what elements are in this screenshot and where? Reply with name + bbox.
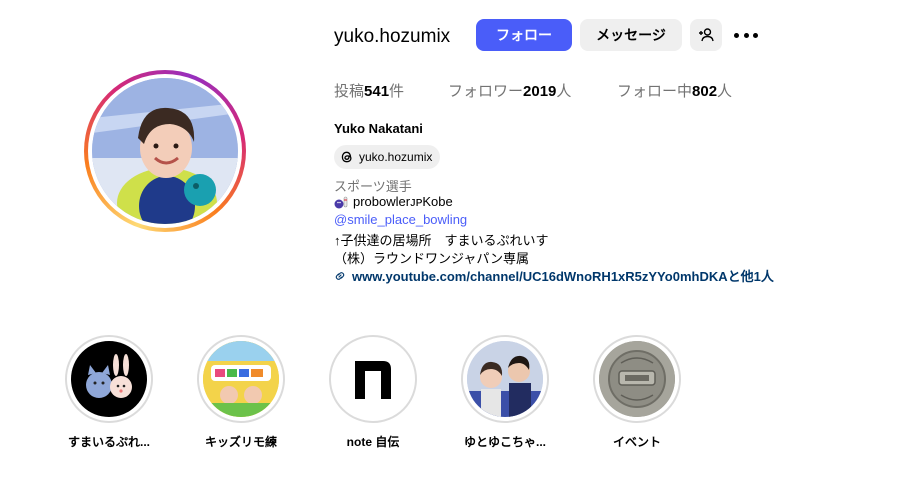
add-user-icon — [699, 28, 714, 42]
more-options-icon[interactable] — [734, 24, 758, 46]
highlight-cover — [71, 341, 147, 417]
highlight-label: note 自伝 — [346, 435, 400, 449]
follow-button[interactable]: フォロー — [476, 19, 572, 51]
bowling-icon — [334, 196, 348, 208]
highlight-item[interactable]: キッズリモ練 — [195, 335, 287, 450]
highlight-item[interactable]: ゆとゆこちゃ... — [459, 335, 551, 450]
highlight-cover — [599, 341, 675, 417]
posts-suffix: 件 — [389, 83, 405, 100]
threads-handle: yuko.hozumix — [359, 150, 433, 164]
two-people-photo-icon — [467, 341, 543, 417]
bio-line-4: （株）ラウンドワンジャパン専属 — [334, 251, 530, 266]
threads-badge[interactable]: yuko.hozumix — [334, 145, 441, 169]
followers-suffix: 人 — [556, 83, 572, 100]
highlight-item[interactable]: すまいるぷれ... — [63, 335, 155, 450]
followers-number: 2019 — [523, 83, 557, 100]
highlight-label: すまいるぷれ... — [67, 435, 150, 449]
following-suffix: 人 — [717, 83, 733, 100]
avatar-inner — [88, 74, 242, 228]
avatar-photo — [92, 78, 238, 224]
followers-link[interactable]: フォロワー2019人 — [448, 80, 571, 101]
profile-username: yuko.hozumix — [334, 26, 451, 47]
profile-category: スポーツ選手 — [334, 179, 412, 194]
following-prefix: フォロー中 — [617, 83, 693, 100]
link-icon — [335, 271, 345, 280]
highlight-cover — [203, 341, 279, 417]
following-link[interactable]: フォロー中802人 — [617, 80, 732, 101]
profile-avatar[interactable] — [84, 70, 246, 232]
posts-number: 541 — [364, 83, 390, 100]
highlight-ring — [461, 335, 549, 423]
note-logo-icon — [355, 361, 391, 399]
dot — [734, 32, 739, 38]
posts-count: 投稿541件 — [334, 80, 404, 101]
message-button[interactable]: メッセージ — [580, 19, 682, 51]
bio-mention-link[interactable]: @smile_place_bowling — [334, 212, 467, 227]
suggested-users-button[interactable] — [690, 19, 722, 51]
avatar-illustration — [92, 78, 238, 224]
story-highlights: すまいるぷれ... キッズリモ練 note 自伝 ゆとゆこちゃ... イベント — [0, 335, 909, 475]
highlight-label: キッズリモ練 — [204, 435, 277, 449]
profile-full-name: Yuko Nakatani — [334, 121, 423, 136]
following-number: 802 — [692, 83, 718, 100]
external-link[interactable]: www.youtube.com/channel/UC16dWnoRH1xR5zY… — [334, 266, 774, 285]
cat-rabbit-icon — [86, 354, 132, 398]
highlight-ring — [197, 335, 285, 423]
bio-line: probowlerᴊᴘKobe — [334, 194, 453, 209]
highlight-cover — [335, 341, 411, 417]
threads-icon — [341, 151, 352, 163]
bio-line-3: ↑子供達の居場所 すまいるぷれいす — [334, 233, 549, 248]
highlight-ring — [329, 335, 417, 423]
highlight-label: イベント — [612, 435, 661, 449]
kids-poster-icon — [203, 341, 279, 417]
medal-icon — [599, 341, 675, 417]
highlight-ring — [593, 335, 681, 423]
posts-prefix: 投稿 — [334, 83, 365, 100]
external-link-text: www.youtube.com/channel/UC16dWnoRH1xR5zY… — [352, 269, 774, 284]
highlight-item[interactable]: イベント — [591, 335, 683, 450]
highlight-item[interactable]: note 自伝 — [327, 335, 419, 450]
dot — [743, 32, 749, 38]
highlight-ring — [65, 335, 153, 423]
followers-prefix: フォロワー — [448, 83, 524, 100]
highlight-cover — [467, 341, 543, 417]
dot — [753, 32, 758, 38]
bio-line-1: probowlerᴊᴘKobe — [353, 194, 453, 209]
highlight-label: ゆとゆこちゃ... — [463, 435, 546, 449]
